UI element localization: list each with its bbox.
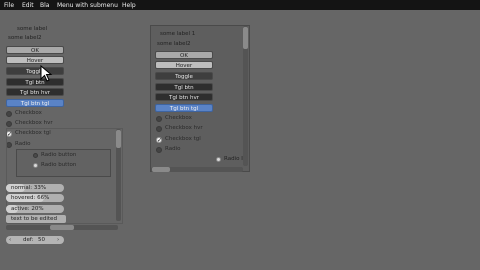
window-checkbox-box[interactable] <box>156 116 162 122</box>
checkbox-label: Checkbox <box>15 110 42 116</box>
progress-active[interactable]: active: 20% <box>6 205 64 213</box>
window-tgl-btn-button[interactable]: Tgl btn <box>155 83 213 91</box>
window-checkbox-label: Checkbox <box>165 115 192 121</box>
window-checkbox-hvr-label: Checkbox hvr <box>165 125 203 131</box>
scrollbar-horizontal-thumb[interactable] <box>50 225 74 230</box>
progress-normal-value: 33% <box>33 185 47 191</box>
checkbox-box[interactable] <box>6 111 12 117</box>
some-label-2: some label2 <box>8 35 42 41</box>
tgl-btn-tgl-button[interactable]: Tgl btn tgl <box>6 99 64 107</box>
window-hover-button[interactable]: Hover <box>155 61 213 69</box>
progress-hovered-label: hovered <box>11 195 34 201</box>
window-radio-label: Radio <box>165 146 181 152</box>
window-radio-box[interactable] <box>156 147 162 153</box>
progress-normal[interactable]: normal: 33% <box>6 184 64 192</box>
radio-button-2-label: Radio button <box>41 162 77 168</box>
spinner-value: 50 <box>38 237 45 243</box>
menu-bar: File Edit Bla Menu with submenu Help <box>0 0 480 10</box>
radio-button-1-label: Radio button <box>41 152 77 158</box>
checkbox-hvr-box[interactable] <box>6 121 12 127</box>
scrollbar-horizontal[interactable] <box>6 225 118 230</box>
spinner-left-arrow-icon[interactable]: ‹ <box>9 236 11 244</box>
checkbox-hvr-label: Checkbox hvr <box>15 120 53 126</box>
window-checkbox-tgl-label: Checkbox tgl <box>165 136 201 142</box>
spinner-label: def: <box>23 237 34 243</box>
hover-button[interactable]: Hover <box>6 56 64 64</box>
menu-with-submenu[interactable]: Menu with submenu <box>57 1 118 10</box>
progress-active-label: active <box>11 206 28 212</box>
menu-edit[interactable]: Edit <box>22 1 34 10</box>
window-checkbox-tgl-box[interactable]: ✓ <box>156 137 162 144</box>
toggle-button[interactable]: Toggle <box>6 67 64 75</box>
progress-normal-label: normal <box>11 185 31 191</box>
window-scrollbar-vertical[interactable] <box>243 26 248 166</box>
window-scrollbar-horizontal-thumb[interactable] <box>152 167 170 172</box>
window-radio-cut-dot[interactable] <box>216 157 221 162</box>
spinner-right-arrow-icon[interactable]: › <box>57 236 59 244</box>
text-edit-field[interactable]: text to be edited <box>6 215 66 223</box>
progress-hovered-value: 66% <box>37 195 50 201</box>
menu-bla[interactable]: Bla <box>40 1 49 10</box>
progress-active-value: 20% <box>31 206 44 212</box>
window-ok-button[interactable]: OK <box>155 51 213 59</box>
window-label-1: some label 1 <box>160 31 196 37</box>
scrollbar-thumb[interactable] <box>116 130 121 148</box>
radio-button-1[interactable] <box>33 153 38 158</box>
ok-button[interactable]: OK <box>6 46 64 54</box>
window-label-2: some label2 <box>157 41 191 47</box>
window-checkbox-hvr-box[interactable] <box>156 126 162 132</box>
scrollbar-vertical[interactable] <box>116 129 121 221</box>
radio-button-2[interactable] <box>33 163 38 168</box>
def-spinner[interactable]: ‹ def: 50 › <box>6 236 64 244</box>
window-tgl-btn-hvr-button[interactable]: Tgl btn hvr <box>155 93 213 101</box>
some-label: some label <box>17 26 48 32</box>
menu-file[interactable]: File <box>4 1 14 10</box>
menu-help[interactable]: Help <box>122 1 136 10</box>
window-tgl-btn-tgl-button[interactable]: Tgl btn tgl <box>155 104 213 112</box>
window-scrollbar-thumb[interactable] <box>243 27 248 49</box>
progress-hovered[interactable]: hovered: 66% <box>6 194 64 202</box>
tgl-btn-hvr-button[interactable]: Tgl btn hvr <box>6 88 64 96</box>
window-toggle-button[interactable]: Toggle <box>155 72 213 80</box>
mouse-cursor-icon <box>40 65 53 82</box>
window-scrollbar-horizontal[interactable] <box>151 167 243 172</box>
window-radio-cut-label: Radio I <box>224 156 243 162</box>
tgl-btn-button[interactable]: Tgl btn <box>6 78 64 86</box>
